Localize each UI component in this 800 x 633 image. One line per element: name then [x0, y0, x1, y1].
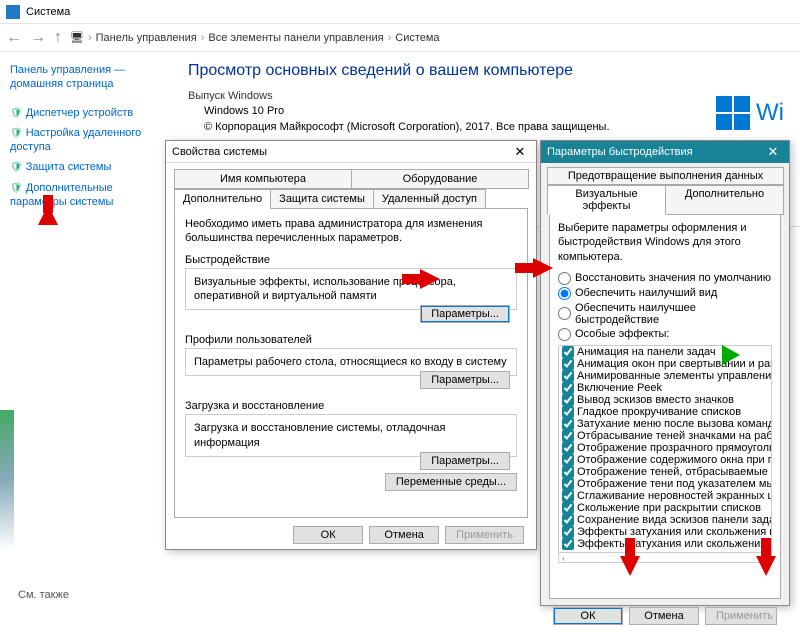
effect-checkbox[interactable]: Вывод эскизов вместо значков — [559, 394, 771, 406]
sidebar-link-device-manager[interactable]: Диспетчер устройств — [10, 103, 162, 123]
tab-advanced[interactable]: Дополнительно — [174, 189, 271, 209]
system-icon — [6, 5, 20, 19]
desktop-sliver — [0, 410, 14, 550]
dialog2-title: Параметры быстродействия — [547, 146, 693, 158]
tab-visual-effects[interactable]: Визуальные эффекты — [547, 185, 666, 215]
group-recovery-title: Загрузка и восстановление — [185, 400, 517, 412]
breadcrumb-monitor-icon: 🖥 — [70, 31, 84, 44]
annotation-play-icon — [722, 345, 750, 365]
effect-checkbox[interactable]: Отбрасывание теней значками на рабочем с… — [559, 430, 771, 442]
performance-settings-button[interactable]: Параметры... — [420, 305, 510, 323]
edition-label: Выпуск Windows — [188, 90, 784, 102]
group-recovery-desc: Загрузка и восстановление системы, отлад… — [194, 421, 508, 450]
group-performance-desc: Визуальные эффекты, использование процес… — [194, 275, 508, 304]
tab-hardware[interactable]: Оборудование — [351, 169, 529, 189]
effect-checkbox[interactable]: Затухание меню после вызова команды — [559, 418, 771, 430]
dlg1-ok-button[interactable]: ОК — [293, 526, 363, 544]
scroll-hint: ‹ — [558, 553, 772, 563]
effect-checkbox[interactable]: Отображение прозрачного прямоугольника в… — [559, 442, 771, 454]
effect-checkbox[interactable]: Сохранение вида эскизов панели задач — [559, 514, 771, 526]
copyright: © Корпорация Майкрософт (Microsoft Corpo… — [204, 121, 784, 133]
effect-checkbox[interactable]: Включение Peek — [559, 382, 771, 394]
breadcrumb-item[interactable]: Все элементы панели управления — [208, 32, 383, 44]
breadcrumb: 🖥 › Панель управления › Все элементы пан… — [70, 31, 440, 44]
effect-checkbox[interactable]: Эффекты затухания или скольжения при обр… — [559, 526, 771, 538]
dlg1-apply-button[interactable]: Применить — [445, 526, 524, 544]
dlg2-apply-button[interactable]: Применить — [705, 607, 777, 625]
dlg2-intro: Выберите параметры оформления и быстроде… — [558, 221, 772, 264]
sidebar-link-protection[interactable]: Защита системы — [10, 157, 162, 177]
env-vars-button[interactable]: Переменные среды... — [385, 473, 517, 491]
tab-remote[interactable]: Удаленный доступ — [373, 189, 486, 209]
breadcrumb-item[interactable]: Система — [395, 32, 439, 44]
radio-option[interactable]: Восстановить значения по умолчанию — [558, 272, 772, 285]
tab-advanced2[interactable]: Дополнительно — [665, 185, 784, 215]
radio-option[interactable]: Обеспечить наилучшее быстродействие — [558, 302, 772, 326]
dlg1-intro: Необходимо иметь права администратора дл… — [185, 217, 517, 246]
sidebar: Панель управления — домашняя страница Ди… — [0, 52, 172, 220]
recovery-settings-button[interactable]: Параметры... — [420, 452, 510, 470]
effect-checkbox[interactable]: Отображение теней, отбрасываемые окнами — [559, 466, 771, 478]
edition-value: Windows 10 Pro — [204, 105, 784, 117]
tab-computer-name[interactable]: Имя компьютера — [174, 169, 352, 189]
effect-checkbox[interactable]: Сглаживание неровностей экранных шрифтов — [559, 490, 771, 502]
windows-logo: Wi — [716, 96, 784, 130]
sidebar-link-remote[interactable]: Настройка удаленного доступа — [10, 123, 162, 158]
tab-dep[interactable]: Предотвращение выполнения данных — [547, 167, 784, 185]
see-also-label: См. также — [18, 589, 69, 601]
radio-option[interactable]: Обеспечить наилучший вид — [558, 287, 772, 300]
effect-checkbox[interactable]: Анимированные элементы управления и элем… — [559, 370, 771, 382]
window-title: Система — [26, 6, 70, 18]
radio-option[interactable]: Особые эффекты: — [558, 328, 772, 341]
effects-checklist[interactable]: Анимация на панели задачАнимация окон пр… — [558, 345, 772, 553]
navbar: ← → ↑ 🖥 › Панель управления › Все элемен… — [0, 24, 800, 52]
group-performance-title: Быстродействие — [185, 254, 517, 266]
close-icon[interactable]: ✕ — [763, 144, 783, 160]
group-profiles-desc: Параметры рабочего стола, относящиеся ко… — [194, 355, 508, 369]
breadcrumb-item[interactable]: Панель управления — [96, 32, 197, 44]
dlg1-cancel-button[interactable]: Отмена — [369, 526, 439, 544]
page-title: Просмотр основных сведений о вашем компь… — [188, 62, 784, 80]
sidebar-home[interactable]: Панель управления — домашняя страница — [10, 60, 162, 95]
dlg2-cancel-button[interactable]: Отмена — [629, 607, 699, 625]
nav-forward-icon[interactable]: → — [30, 29, 46, 47]
effect-checkbox[interactable]: Эффекты затухания или скольжения при поя… — [559, 538, 771, 550]
close-icon[interactable]: ✕ — [510, 144, 530, 160]
effect-checkbox[interactable]: Гладкое прокручивание списков — [559, 406, 771, 418]
effect-checkbox[interactable]: Отображение тени под указателем мыши — [559, 478, 771, 490]
dlg2-ok-button[interactable]: ОК — [553, 607, 623, 625]
group-profiles-title: Профили пользователей — [185, 334, 517, 346]
profiles-settings-button[interactable]: Параметры... — [420, 371, 510, 389]
sidebar-link-advanced[interactable]: Дополнительные параметры системы — [10, 178, 162, 213]
nav-up-icon[interactable]: ↑ — [54, 29, 62, 47]
performance-options-dialog: Параметры быстродействия ✕ Предотвращени… — [540, 140, 790, 606]
dialog1-title: Свойства системы — [172, 146, 267, 158]
tab-protection[interactable]: Защита системы — [270, 189, 374, 209]
system-properties-dialog: Свойства системы ✕ Имя компьютера Оборуд… — [165, 140, 537, 550]
effect-checkbox[interactable]: Отображение содержимого окна при перетас… — [559, 454, 771, 466]
nav-back-icon[interactable]: ← — [6, 29, 22, 47]
window-titlebar: Система — [0, 0, 800, 24]
effect-checkbox[interactable]: Скольжение при раскрытии списков — [559, 502, 771, 514]
